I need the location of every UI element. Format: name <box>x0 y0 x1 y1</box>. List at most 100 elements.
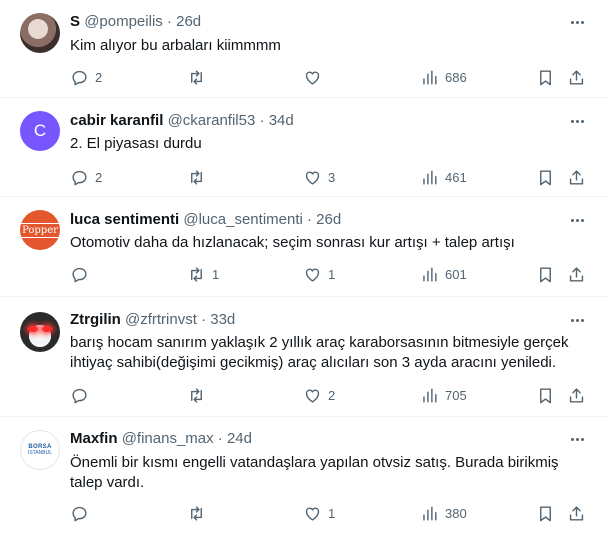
retweet-icon <box>191 69 202 85</box>
retweet-button[interactable]: 1 <box>187 264 219 284</box>
views-button[interactable]: 686 <box>420 67 467 87</box>
views-icon <box>423 266 437 282</box>
reply-button[interactable] <box>70 385 95 405</box>
more-icon[interactable] <box>567 210 587 230</box>
share-button[interactable] <box>567 264 586 284</box>
tweet-header: S @pompeilis · 26d <box>70 12 201 32</box>
timestamp[interactable]: 24d <box>227 430 252 447</box>
views-button[interactable]: 601 <box>420 264 467 284</box>
like-button[interactable]: 3 <box>303 167 335 187</box>
retweet-button[interactable] <box>187 167 212 187</box>
retweet-button[interactable] <box>187 385 212 405</box>
tweet-item[interactable]: Popper luca sentimenti @luca_sentimenti … <box>0 197 609 297</box>
avatar[interactable] <box>20 312 60 352</box>
avatar[interactable]: Popper <box>20 210 60 250</box>
separator: · <box>217 430 223 447</box>
author-name[interactable]: S <box>70 13 80 30</box>
more-icon[interactable] <box>567 429 587 449</box>
tweet-text: 2. El piyasası durdu <box>70 135 202 152</box>
reply-button[interactable] <box>70 503 95 523</box>
tweet-text: Otomotiv daha da hızlanacak; seçim sonra… <box>70 234 515 251</box>
like-button[interactable] <box>303 67 328 87</box>
tweet-actions: 1 380 <box>70 503 590 523</box>
tweet-item[interactable]: S @pompeilis · 26d Kim alıyor bu arbalar… <box>0 0 609 98</box>
author-name[interactable]: luca sentimenti <box>70 211 179 228</box>
bookmark-button[interactable] <box>536 503 555 523</box>
author-handle[interactable]: @finans_max <box>122 430 214 447</box>
tweet-text: barış hocam sanırım yaklaşık 2 yıllık ar… <box>70 334 569 371</box>
timestamp[interactable]: 26d <box>176 13 201 30</box>
views-button[interactable]: 380 <box>420 503 467 523</box>
share-button[interactable] <box>567 167 586 187</box>
bookmark-button[interactable] <box>536 385 555 405</box>
reply-icon <box>72 506 87 521</box>
share-button[interactable] <box>567 67 586 87</box>
separator: · <box>307 211 312 228</box>
avatar[interactable] <box>20 13 60 53</box>
share-icon <box>569 387 584 403</box>
more-icon[interactable] <box>567 111 587 131</box>
bookmark-icon <box>540 169 551 185</box>
view-count: 461 <box>445 169 467 185</box>
author-name[interactable]: cabir karanfil <box>70 112 163 129</box>
tweet-item[interactable]: BORSA İSTANBUL Maxfin @finans_max · 24d … <box>0 417 609 537</box>
like-icon <box>305 171 320 185</box>
bookmark-button[interactable] <box>536 167 555 187</box>
views-icon <box>423 505 437 521</box>
bookmark-button[interactable] <box>536 67 555 87</box>
timestamp[interactable]: 26d <box>316 211 341 228</box>
timestamp[interactable]: 34d <box>269 112 294 129</box>
view-count: 380 <box>445 505 467 521</box>
reply-button[interactable]: 2 <box>70 167 102 187</box>
author-handle[interactable]: @pompeilis <box>84 13 163 30</box>
more-icon[interactable] <box>567 310 587 330</box>
like-icon <box>305 71 320 85</box>
reply-button[interactable]: 2 <box>70 67 102 87</box>
avatar[interactable]: BORSA İSTANBUL <box>20 430 60 470</box>
author-handle[interactable]: @luca_sentimenti <box>183 211 302 228</box>
author-handle[interactable]: @ckaranfil53 <box>168 112 256 129</box>
bookmark-button[interactable] <box>536 264 555 284</box>
reply-icon <box>72 388 87 403</box>
share-button[interactable] <box>567 385 586 405</box>
views-icon <box>423 387 437 403</box>
separator: · <box>259 112 265 129</box>
like-icon <box>305 507 320 521</box>
more-icon[interactable] <box>567 12 587 32</box>
author-name[interactable]: Maxfin <box>70 430 118 447</box>
author-handle[interactable]: @zfrtrinvst <box>125 311 197 328</box>
avatar-letter: C <box>33 121 47 140</box>
avatar-label: Popper <box>20 222 60 238</box>
separator: · <box>201 311 207 328</box>
reply-button[interactable] <box>70 264 95 284</box>
like-icon <box>305 389 320 403</box>
tweet-text: Önemli bir kısmı engelli vatandaşlara ya… <box>70 454 559 491</box>
share-icon <box>569 505 584 521</box>
timestamp[interactable]: 33d <box>210 311 235 328</box>
tweet-header: cabir karanfil @ckaranfil53 · 34d <box>70 111 294 131</box>
like-button[interactable]: 2 <box>303 385 335 405</box>
tweet-item[interactable]: C cabir karanfil @ckaranfil53 · 34d 2. E… <box>0 98 609 197</box>
avatar-logo-subtext: İSTANBUL <box>27 450 53 456</box>
views-button[interactable]: 705 <box>420 385 467 405</box>
retweet-button[interactable] <box>187 503 212 523</box>
retweet-button[interactable] <box>187 67 212 87</box>
tweet-actions: 1 1 601 <box>70 264 590 284</box>
retweet-icon <box>191 266 202 282</box>
share-button[interactable] <box>567 503 586 523</box>
tweet-item[interactable]: Ztrgilin @zfrtrinvst · 33d barış hocam s… <box>0 297 609 417</box>
share-icon <box>569 169 584 185</box>
like-count: 2 <box>328 387 336 403</box>
reply-icon <box>72 170 87 185</box>
share-icon <box>569 266 584 282</box>
retweet-icon <box>191 387 202 403</box>
like-button[interactable]: 1 <box>303 264 335 284</box>
laser-eye-right <box>42 326 52 332</box>
tweet-header: luca sentimenti @luca_sentimenti · 26d <box>70 210 341 230</box>
views-button[interactable]: 461 <box>420 167 467 187</box>
view-count: 686 <box>445 69 467 85</box>
like-button[interactable]: 1 <box>303 503 335 523</box>
author-name[interactable]: Ztrgilin <box>70 311 121 328</box>
avatar[interactable]: C <box>20 111 60 151</box>
views-icon <box>423 69 437 85</box>
